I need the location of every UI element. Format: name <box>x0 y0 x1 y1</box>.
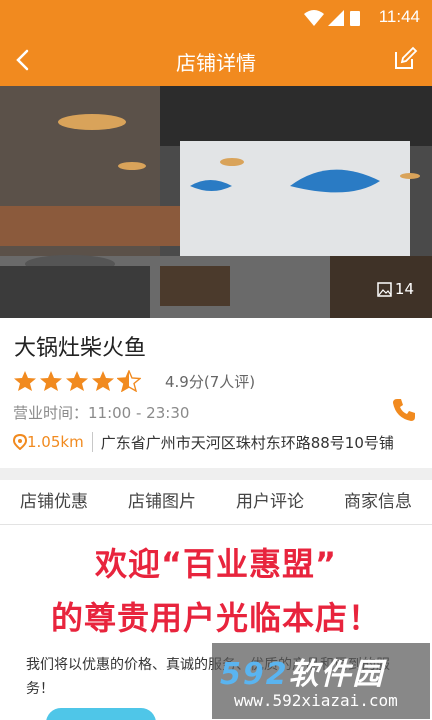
photo-count: 14 <box>377 280 414 298</box>
rating-row: 4.9分(7人评) <box>13 370 255 392</box>
page-title: 店铺详情 <box>176 51 256 75</box>
divider <box>91 432 93 452</box>
tab-store-offers[interactable]: 店铺优惠 <box>0 480 108 524</box>
star-rating <box>13 370 141 392</box>
phone-icon[interactable] <box>390 396 418 424</box>
section-gap <box>0 468 432 480</box>
app-bar: 店铺详情 <box>0 34 432 86</box>
promo-action-button[interactable] <box>46 708 156 720</box>
location-row[interactable]: 1.05km 广东省广州市天河区珠村东环路88号10号铺 <box>13 430 423 454</box>
tab-store-photos[interactable]: 店铺图片 <box>108 480 216 524</box>
edit-icon[interactable] <box>392 46 418 72</box>
watermark-logo: 592软件园 <box>220 657 385 692</box>
promo-headline-1: 欢迎“百业惠盟” <box>94 545 338 583</box>
status-bar: 11:44 <box>0 0 432 34</box>
location-pin-icon <box>13 434 27 450</box>
image-icon <box>377 281 392 297</box>
distance: 1.05km <box>13 433 84 451</box>
promo-banner: 欢迎“百业惠盟” 的尊贵用户光临本店！ 我们将以优惠的价格、真诚的服务、优质的产… <box>0 525 432 720</box>
rating-text: 4.9分(7人评) <box>165 372 256 391</box>
watermark-url: www.592xiazai.com <box>234 691 398 710</box>
tab-user-reviews[interactable]: 用户评论 <box>216 480 324 524</box>
signal-icon <box>328 10 344 26</box>
wifi-icon <box>304 10 324 26</box>
star-icon <box>14 371 36 391</box>
photo-count-value: 14 <box>394 280 414 298</box>
battery-icon <box>350 11 360 26</box>
status-time: 11:44 <box>378 7 420 26</box>
site-watermark: 592软件园 www.592xiazai.com <box>212 643 430 719</box>
star-icon <box>40 371 62 391</box>
status-icons <box>302 8 362 32</box>
store-photo[interactable]: 14 <box>0 86 432 318</box>
store-name: 大锅灶柴火鱼 <box>14 336 147 361</box>
store-address: 广东省广州市天河区珠村东环路88号10号铺 <box>100 433 394 452</box>
distance-value: 1.05km <box>27 433 84 451</box>
half-star-icon <box>117 370 141 392</box>
promo-headline-2: 的尊贵用户光临本店！ <box>50 599 381 637</box>
star-icon <box>66 371 88 391</box>
star-icon <box>92 371 114 391</box>
tab-bar: 店铺优惠 店铺图片 用户评论 商家信息 <box>0 480 432 525</box>
business-hours: 营业时间：11:00 - 23:30 <box>13 404 190 422</box>
tab-merchant-info[interactable]: 商家信息 <box>324 480 432 524</box>
